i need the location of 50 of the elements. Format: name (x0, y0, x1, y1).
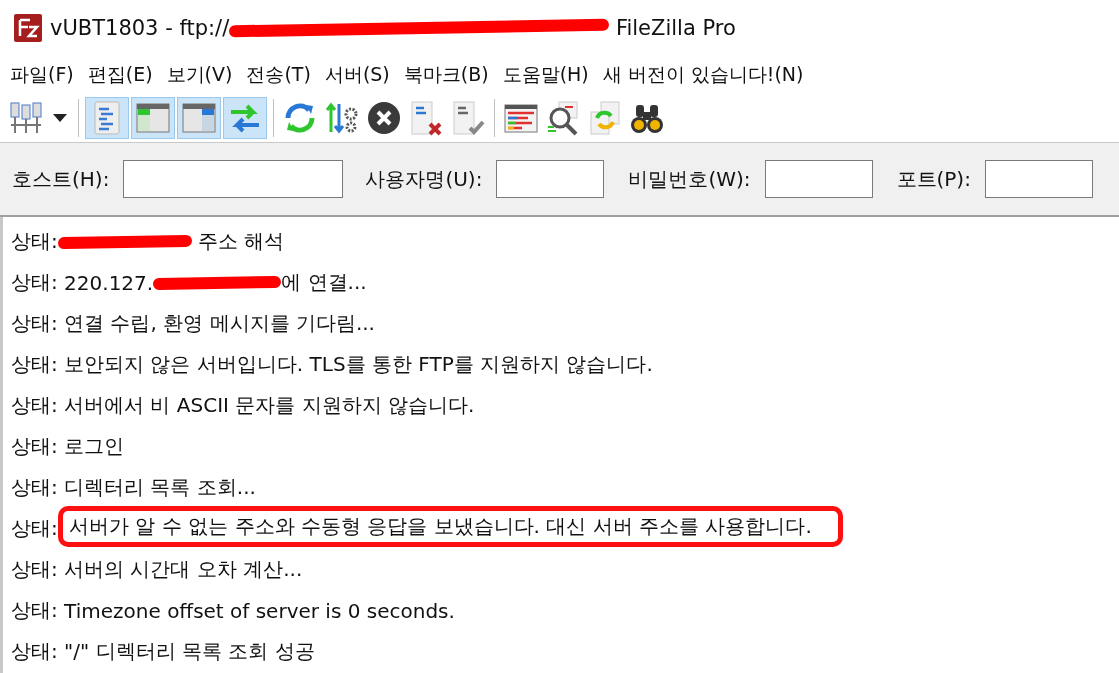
window-pane-icon (181, 100, 217, 136)
log-label: 상태: (11, 556, 58, 583)
log-label: 상태: (11, 351, 58, 378)
caret-icon (52, 112, 68, 124)
menu-item[interactable]: 북마크(B) (403, 62, 489, 88)
input-field[interactable] (984, 160, 1093, 198)
log-message: 주소 해석 (57, 228, 285, 255)
log-label: 상태: (11, 269, 58, 296)
input-field[interactable] (123, 160, 344, 198)
log-label: 상태: (11, 310, 58, 337)
cancel-icon (366, 100, 402, 136)
field-label: 비밀번호(W): (628, 165, 751, 193)
menu-item[interactable]: 새 버전이 있습니다!(N) (602, 62, 804, 88)
log-label: 상태: (11, 228, 58, 255)
menu-item[interactable]: 전송(T) (246, 62, 311, 88)
field-label: 사용자명(U): (365, 165, 483, 193)
highlighted-log-message: 서버가 알 수 없는 주소와 수동형 응답을 보냈습니다. 대신 서버 주소를 사용합니다. (57, 506, 843, 547)
field-label: 포트(P): (896, 165, 971, 193)
log-message: 연결 수립, 환영 메시지를 기다림... (63, 310, 375, 337)
log-message: 보안되지 않은 서버입니다. TLS를 통한 FTP를 지원하지 않습니다. (63, 351, 653, 378)
log-message: 디렉터리 목록 조회... (63, 474, 256, 501)
document-cross-icon (408, 100, 444, 136)
menu-item[interactable]: 편집(E) (87, 62, 153, 88)
window-pane-icon (135, 100, 171, 136)
log-message: 서버에서 비 ASCII 문자를 지원하지 않습니다. (63, 392, 475, 419)
menu-item[interactable]: 파일(F) (10, 62, 74, 88)
log-label: 상태: (11, 597, 58, 624)
sync-documents-icon (587, 100, 623, 136)
log-message: 로그인 (63, 433, 125, 460)
log-message: "/" 디렉터리 목록 조회 성공 (63, 638, 315, 665)
menu-item[interactable]: 서버(S) (324, 62, 390, 88)
log-label: 상태: (11, 433, 58, 460)
log-label: 상태: (11, 638, 58, 665)
window-title: vUBT1803 - ftp:// FileZilla Pro (50, 16, 736, 40)
log-message: 서버의 시간대 오차 계산... (63, 556, 303, 583)
menu-item[interactable]: 보기(V) (166, 62, 233, 88)
log-label: 상태: (11, 515, 58, 542)
field-label: 호스트(H): (12, 165, 110, 193)
sort-gear-icon (324, 100, 360, 136)
log-label: 상태: (11, 392, 58, 419)
search-icon (545, 100, 581, 136)
app-logo-icon (14, 14, 42, 42)
document-check-icon (450, 100, 486, 136)
server-network-icon (8, 100, 44, 136)
input-field[interactable] (496, 160, 605, 198)
log-message: 220.127. 에 연결... (63, 269, 367, 296)
log-label: 상태: (11, 474, 58, 501)
log-message: Timezone offset of server is 0 seconds. (63, 598, 455, 623)
input-field[interactable] (764, 160, 873, 198)
menu-item[interactable]: 도움말(H) (502, 62, 589, 88)
